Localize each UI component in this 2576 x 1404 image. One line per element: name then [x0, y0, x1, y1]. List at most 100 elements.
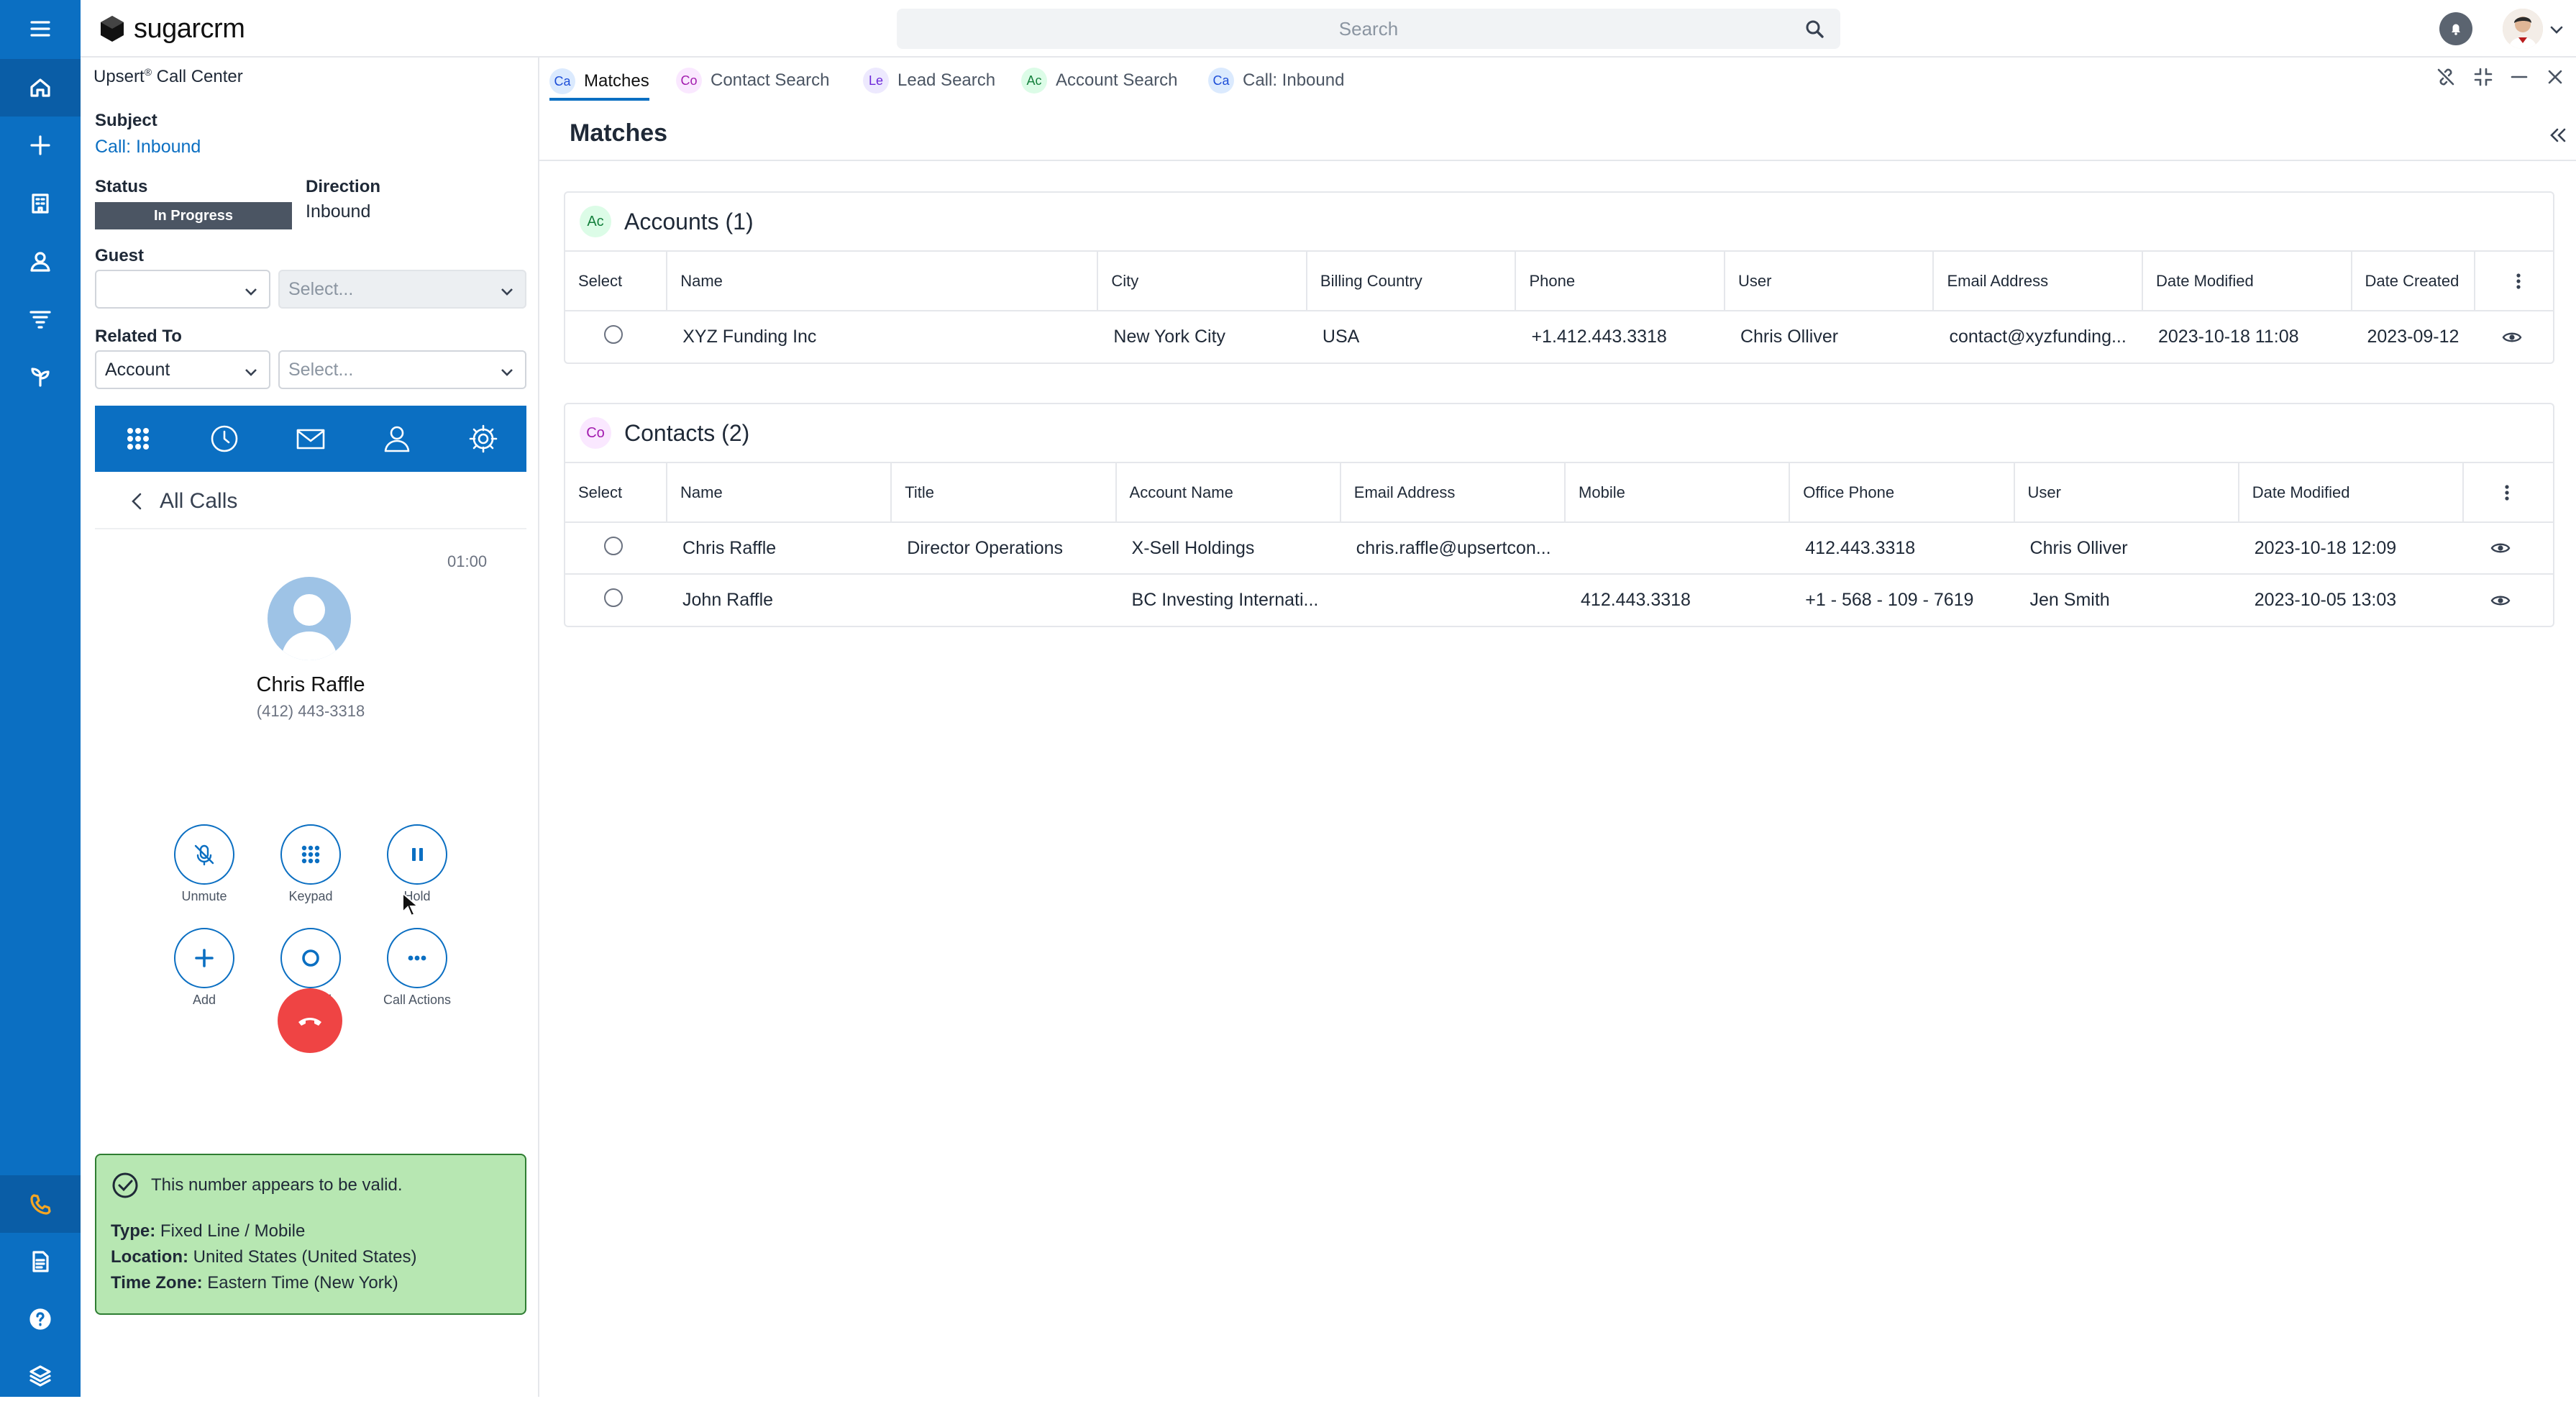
office-phone-cell[interactable]: 412.443.3318	[1789, 522, 2014, 575]
column-header[interactable]: Date Modified	[2142, 252, 2352, 311]
call-actions-button[interactable]	[387, 928, 447, 988]
number-validation-box: This number appears to be valid. Type: F…	[95, 1154, 526, 1315]
user-icon[interactable]	[354, 406, 440, 472]
user-cell: Chris Olliver	[1740, 327, 1839, 347]
phone-cell[interactable]: +1.412.443.3318	[1515, 311, 1725, 363]
mobile-cell[interactable]: 412.443.3318	[1565, 574, 1789, 626]
user-cell: Chris Olliver	[2014, 522, 2239, 575]
tab-lead-search[interactable]: Le Lead Search	[863, 65, 995, 96]
column-header[interactable]: User	[2014, 463, 2239, 523]
hang-up-button[interactable]	[278, 988, 342, 1053]
select-radio[interactable]	[565, 311, 667, 363]
person-icon[interactable]	[0, 233, 81, 291]
guest-label: Guest	[95, 246, 145, 265]
tab-account-search[interactable]: Ac Account Search	[1021, 65, 1177, 96]
contact-name-cell[interactable]: Chris Raffle	[667, 522, 892, 575]
phone-icon[interactable]	[0, 1175, 81, 1233]
column-header[interactable]: User	[1724, 252, 1935, 311]
chevron-down-icon	[501, 369, 513, 376]
close-icon[interactable]	[2544, 66, 2566, 88]
column-header[interactable]: Billing Country	[1306, 252, 1517, 311]
related-record-select[interactable]: Select...	[278, 350, 526, 389]
email-cell[interactable]: contact@xyzfunding...	[1933, 311, 2142, 363]
contacts-badge: Co	[580, 417, 611, 449]
search-icon[interactable]	[1804, 19, 1824, 39]
home-icon[interactable]	[0, 59, 81, 117]
tab-label: Contact Search	[711, 70, 830, 90]
column-header[interactable]: Date Modified	[2238, 463, 2465, 523]
column-header[interactable]: Name	[667, 463, 892, 523]
account-name-cell[interactable]: BC Investing Internati...	[1116, 574, 1340, 626]
accounts-table: Select Name City Billing Country Phone U…	[565, 252, 2553, 363]
sugarcrm-logo[interactable]: sugarcrm	[96, 13, 245, 45]
related-type-select[interactable]: Account	[95, 350, 270, 389]
email-cell[interactable]	[1340, 574, 1565, 626]
building-icon[interactable]	[0, 175, 81, 232]
unlink-icon[interactable]	[2435, 66, 2457, 88]
layers-icon[interactable]	[0, 1346, 81, 1404]
all-calls-link[interactable]: All Calls	[95, 475, 526, 529]
tab-matches[interactable]: Ca Matches	[549, 65, 649, 101]
email-cell[interactable]: chris.raffle@upsertcon...	[1340, 522, 1566, 575]
guest-type-select[interactable]	[95, 270, 270, 309]
column-header[interactable]: Phone	[1515, 252, 1725, 311]
double-chevron-left-icon[interactable]	[2546, 124, 2569, 147]
preview-eye-icon[interactable]	[2463, 574, 2553, 626]
column-header[interactable]: Mobile	[1565, 463, 1791, 523]
select-radio[interactable]	[565, 522, 667, 575]
hold-button[interactable]	[387, 824, 447, 885]
menu-icon[interactable]	[0, 0, 81, 58]
unmute-button[interactable]	[174, 824, 234, 885]
table-row: John Raffle BC Investing Internati... 41…	[565, 574, 2553, 626]
account-name-cell[interactable]: X-Sell Holdings	[1115, 522, 1340, 575]
funnel-icon[interactable]	[0, 291, 81, 348]
preview-eye-icon[interactable]	[2475, 311, 2553, 363]
clock-icon[interactable]	[181, 406, 268, 472]
keypad-button[interactable]	[280, 824, 341, 885]
account-name-cell[interactable]: XYZ Funding Inc	[667, 311, 1097, 363]
office-phone-cell[interactable]: +1 - 568 - 109 - 7619	[1789, 574, 2014, 626]
global-search-input[interactable]: Search	[897, 9, 1840, 49]
column-header[interactable]: Email Address	[1933, 252, 2143, 311]
keypad-label: Keypad	[288, 889, 333, 903]
minimize-icon[interactable]	[2508, 66, 2530, 88]
tab-contact-search[interactable]: Co Contact Search	[676, 65, 829, 96]
preview-eye-icon[interactable]	[2463, 522, 2553, 575]
column-header: Select	[565, 252, 668, 311]
cube-logo-icon	[101, 16, 124, 42]
document-icon[interactable]	[0, 1233, 81, 1290]
add-button[interactable]	[174, 928, 234, 988]
column-header[interactable]: Name	[667, 252, 1099, 311]
notifications-bell-icon[interactable]	[2439, 12, 2472, 45]
user-avatar[interactable]	[2503, 9, 2543, 49]
chevron-down-icon[interactable]	[2549, 22, 2564, 37]
column-header[interactable]: Title	[891, 463, 1117, 523]
caller-avatar	[268, 577, 351, 660]
subject-link[interactable]: Call: Inbound	[95, 137, 201, 158]
settings-icon[interactable]	[440, 406, 526, 472]
contacts-title: Contacts (2)	[624, 419, 750, 446]
column-options-icon[interactable]	[2463, 463, 2553, 523]
guest-record-select[interactable]: Select...	[278, 270, 526, 309]
title-cell: Director Operations	[891, 522, 1116, 575]
select-radio[interactable]	[565, 574, 667, 626]
plant-icon[interactable]	[0, 348, 81, 406]
column-header[interactable]: Office Phone	[1789, 463, 2015, 523]
compress-icon[interactable]	[2472, 66, 2494, 88]
envelope-icon[interactable]	[268, 406, 354, 472]
date-modified-cell: 2023-10-05 13:03	[2254, 590, 2397, 610]
keypad-grid-icon[interactable]	[95, 406, 181, 472]
plus-icon[interactable]	[0, 117, 81, 174]
record-button[interactable]	[280, 928, 341, 988]
contact-name-cell[interactable]: John Raffle	[667, 574, 891, 626]
column-options-icon[interactable]	[2474, 252, 2553, 311]
column-header[interactable]: Date Created	[2351, 252, 2475, 311]
type-label: Type:	[111, 1221, 156, 1241]
status-badge[interactable]: In Progress	[95, 202, 292, 229]
help-icon[interactable]	[0, 1290, 81, 1348]
mobile-cell[interactable]	[1565, 522, 1790, 575]
column-header[interactable]: City	[1097, 252, 1307, 311]
column-header[interactable]: Email Address	[1340, 463, 1566, 523]
column-header[interactable]: Account Name	[1115, 463, 1341, 523]
tab-call-inbound[interactable]: Ca Call: Inbound	[1208, 65, 1344, 96]
